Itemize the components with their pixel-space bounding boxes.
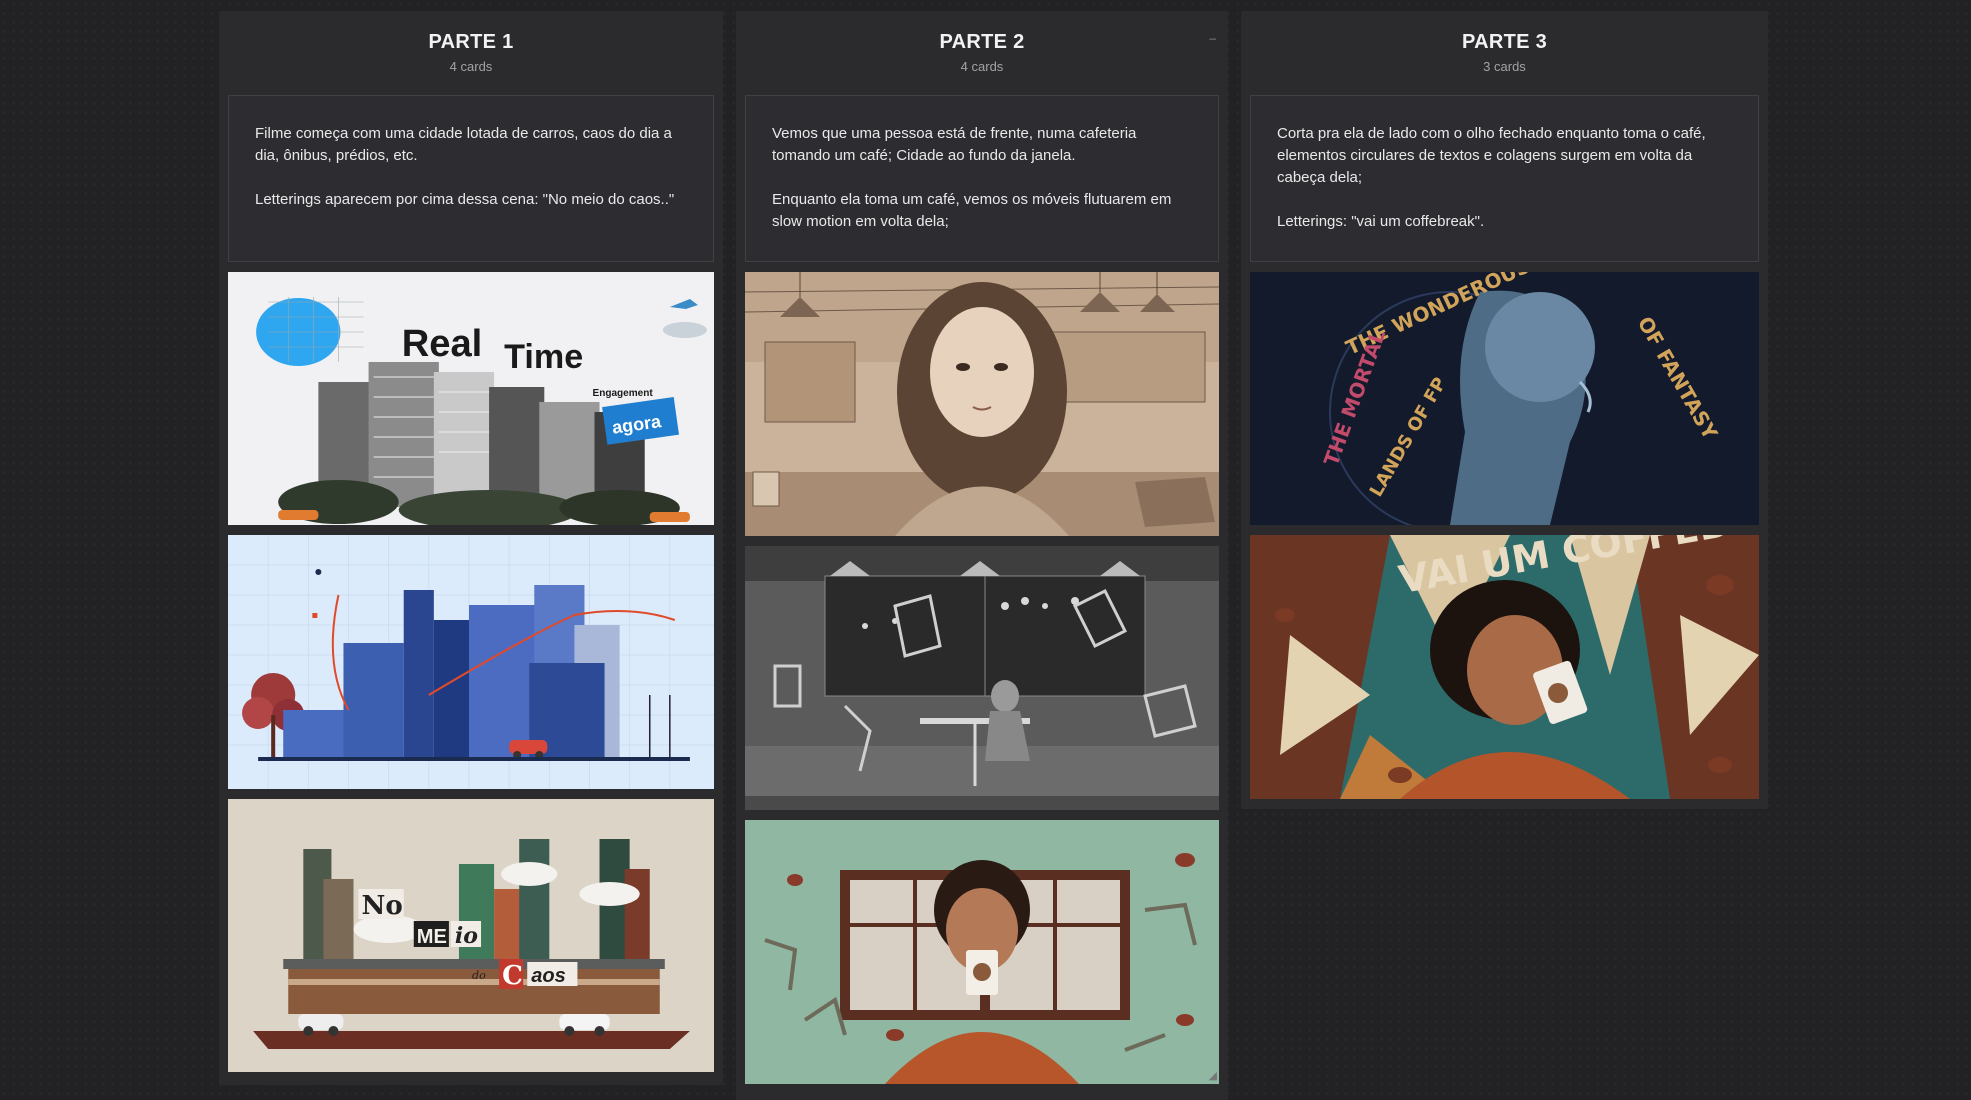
column-title: PARTE 2 (939, 31, 1025, 53)
card-count: 3 cards (1483, 59, 1526, 74)
card-count: 4 cards (960, 59, 1004, 74)
image-card[interactable]: No ME io do C aos (228, 799, 714, 1072)
svg-text:aos: aos (531, 965, 566, 987)
card-paragraph: Letterings: "vai um coffebreak". (1277, 213, 1485, 230)
coffebreak-collage-image: VAI UM COFFEBREAK (1250, 535, 1759, 799)
column-menu-button[interactable]: – (1209, 31, 1216, 45)
chaos-collage-image: No ME io do C aos (228, 799, 714, 1072)
svg-text:do: do (472, 969, 486, 982)
image-card[interactable]: VAI UM COFFEBREAK (1250, 535, 1759, 799)
column-title: PARTE 1 (428, 31, 514, 53)
collage-city-image: Real Time Engagement agora (228, 272, 714, 525)
image-card[interactable] (745, 546, 1219, 810)
svg-text:No: No (362, 891, 403, 921)
text-card[interactable]: Filme começa com uma cidade lotada de ca… (228, 95, 714, 262)
svg-text:ME: ME (417, 926, 447, 948)
column-title: PARTE 3 (1461, 31, 1548, 53)
card-paragraph: Filme começa com uma cidade lotada de ca… (255, 125, 672, 164)
svg-text:Real: Real (402, 323, 483, 365)
cafe-sketch-girl-image (745, 272, 1219, 536)
image-card[interactable]: Real Time Engagement agora (228, 272, 714, 525)
column-parte-3: PARTE 3 3 cards Corta pra ela de lado co… (1241, 11, 1768, 809)
column-header: PARTE 1 4 cards (219, 11, 723, 95)
image-card[interactable] (228, 535, 714, 789)
image-card[interactable]: ◢ (745, 820, 1219, 1084)
text-card[interactable]: Vemos que uma pessoa está de frente, num… (745, 95, 1219, 262)
column-header: PARTE 3 3 cards (1241, 11, 1768, 95)
svg-text:C: C (502, 961, 523, 991)
card-paragraph: Vemos que uma pessoa está de frente, num… (772, 125, 1137, 164)
coffee-girl-green-image (745, 820, 1219, 1084)
image-card[interactable] (745, 272, 1219, 536)
svg-text:Time: Time (504, 338, 583, 376)
typography-profile-image: THE WONDEROUS OF FANTASY THE MORTAL LAND… (1250, 272, 1759, 525)
column-header: PARTE 2 4 cards – (736, 11, 1228, 95)
floating-chairs-sketch-image (745, 546, 1219, 810)
svg-text:Engagement: Engagement (593, 388, 654, 399)
image-card[interactable]: THE WONDEROUS OF FANTASY THE MORTAL LAND… (1250, 272, 1759, 525)
card-paragraph: Enquanto ela toma um café, vemos os móve… (772, 191, 1172, 230)
column-parte-2: PARTE 2 4 cards – Vemos que uma pessoa e… (736, 11, 1228, 1100)
card-paragraph: Letterings aparecem por cima dessa cena:… (255, 191, 675, 208)
text-card[interactable]: Corta pra ela de lado com o olho fechado… (1250, 95, 1759, 262)
svg-text:io: io (455, 923, 478, 949)
card-count: 4 cards (449, 59, 493, 74)
column-parte-1: PARTE 1 4 cards Filme começa com uma cid… (219, 11, 723, 1085)
resize-handle-icon[interactable]: ◢ (1209, 1069, 1217, 1082)
card-paragraph: Corta pra ela de lado com o olho fechado… (1277, 125, 1706, 186)
blue-skyscrapers-image (228, 535, 714, 789)
